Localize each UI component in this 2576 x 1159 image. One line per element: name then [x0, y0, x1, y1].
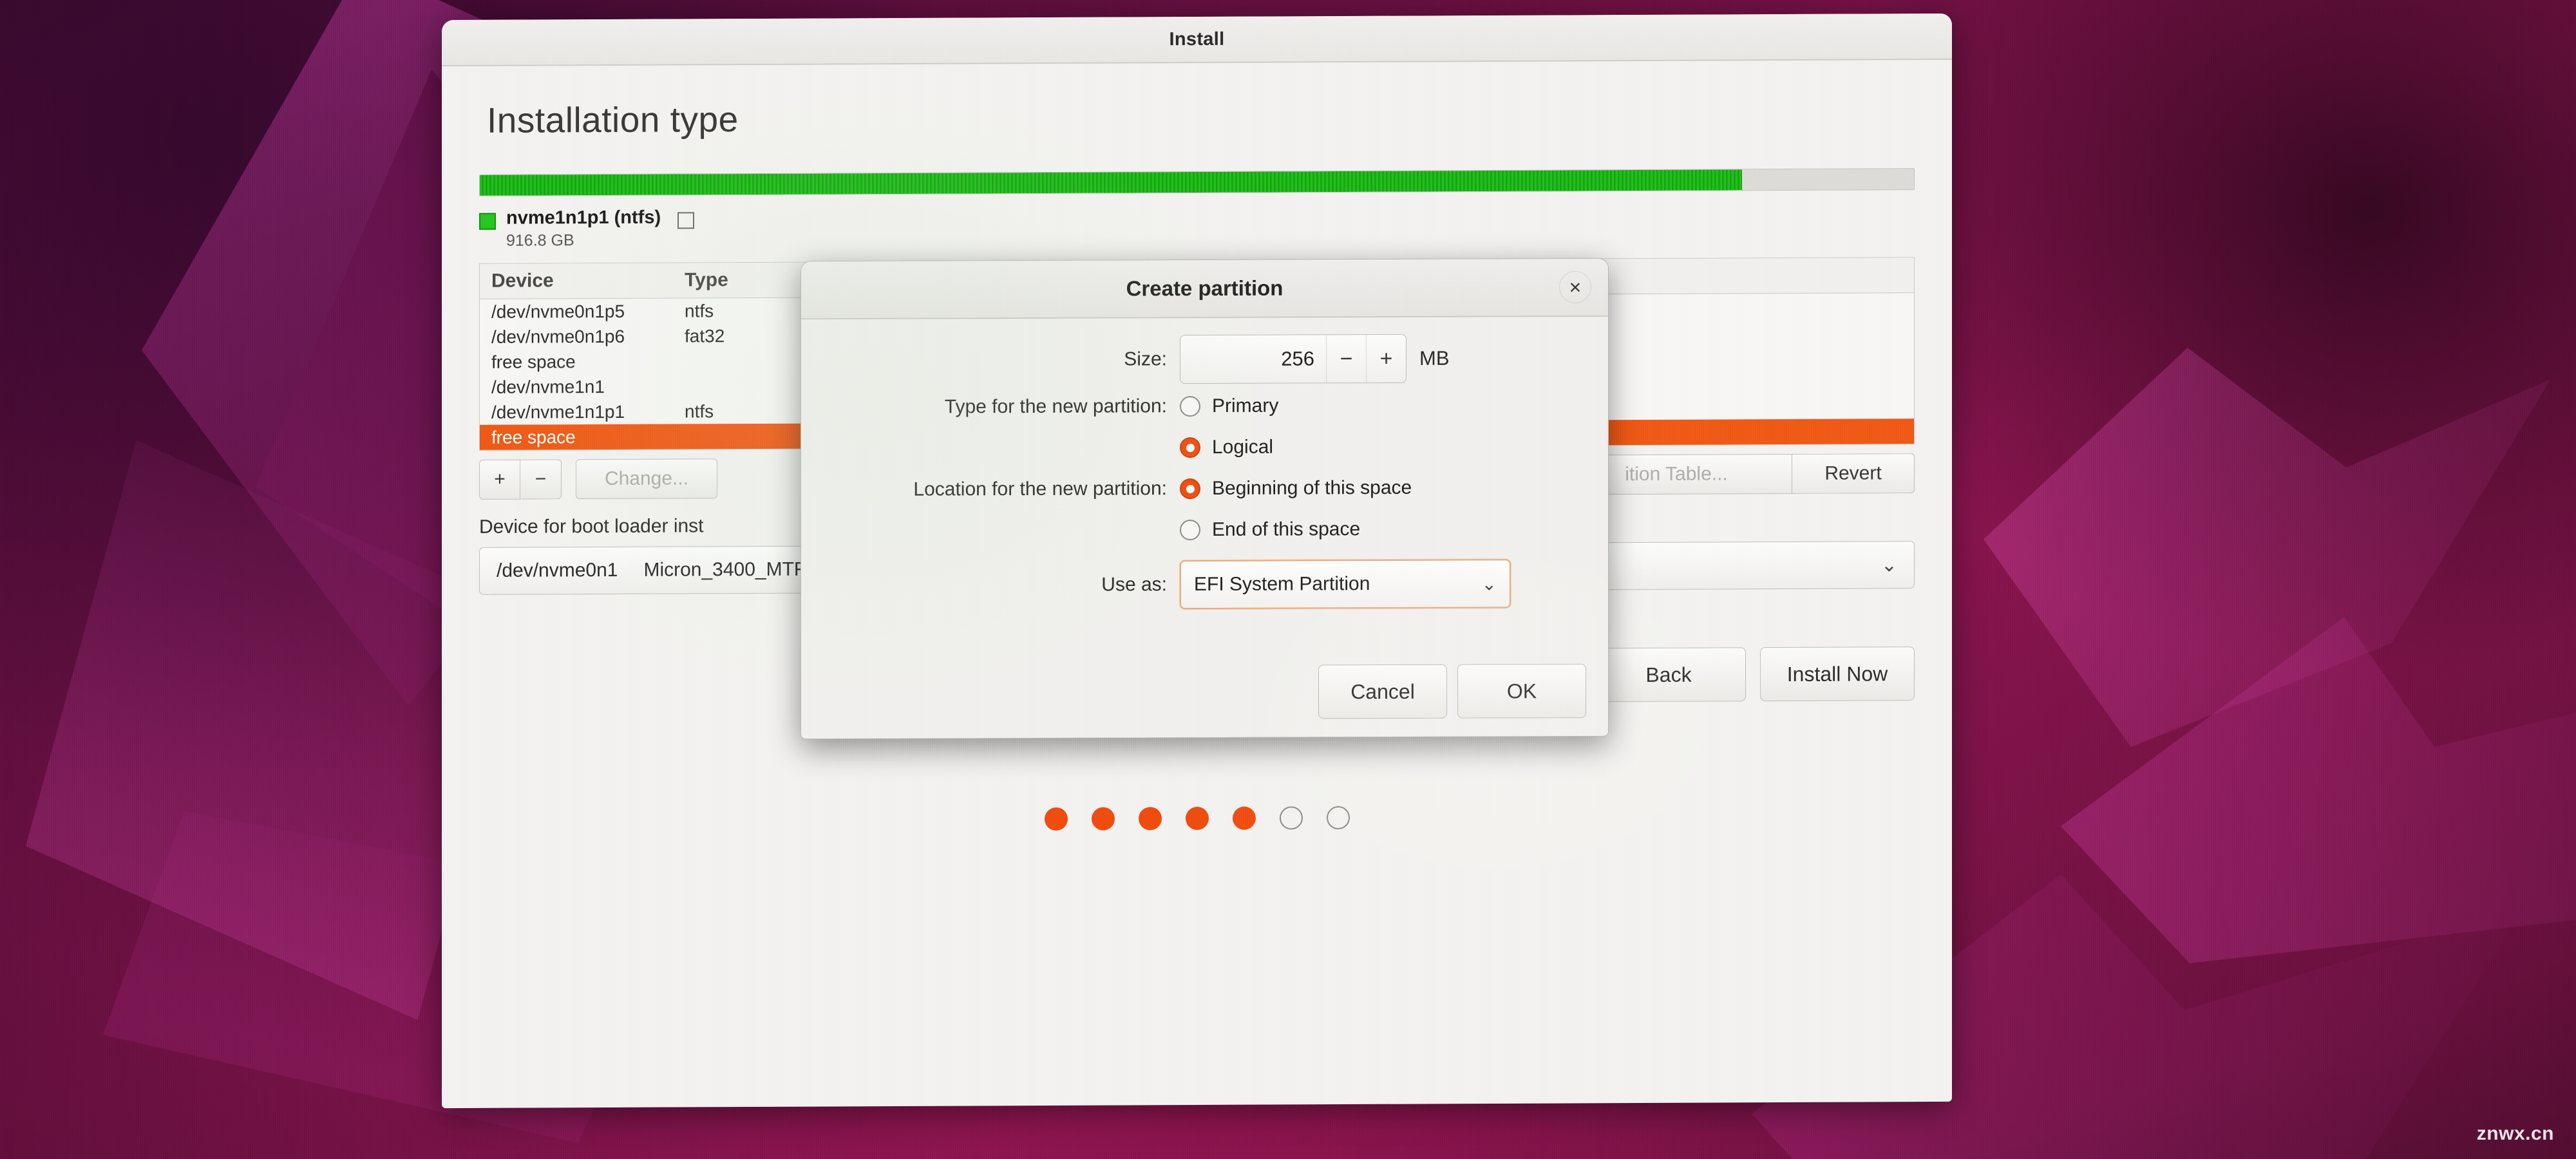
use-as-label: Use as:: [1101, 574, 1167, 596]
radio-end-of-space[interactable]: End of this space: [1180, 511, 1360, 549]
remove-partition-button[interactable]: −: [520, 459, 562, 500]
back-button[interactable]: Back: [1591, 647, 1746, 702]
progress-dot[interactable]: [1044, 807, 1068, 831]
progress-dots: [442, 804, 1952, 833]
radio-icon[interactable]: [1180, 396, 1200, 417]
legend-item: nvme1n1p1 (ntfs) 916.8 GB: [479, 207, 661, 250]
cancel-button[interactable]: Cancel: [1318, 664, 1447, 719]
legend-swatch-icon: [479, 212, 496, 230]
bootloader-device-path: /dev/nvme0n1: [497, 559, 618, 581]
cell-device: /dev/nvme0n1p6: [491, 326, 625, 347]
radio-logical[interactable]: Logical: [1180, 429, 1273, 467]
size-decrement-button[interactable]: −: [1326, 335, 1366, 383]
radio-icon[interactable]: [1180, 478, 1200, 500]
window-title: Install: [1169, 28, 1225, 50]
legend-item-size: 916.8 GB: [506, 231, 574, 250]
cell-type: ntfs: [685, 300, 714, 321]
cell-device: free space: [491, 351, 576, 372]
disk-usage-bar: [479, 168, 1915, 196]
chevron-down-icon: ⌄: [1880, 554, 1897, 576]
size-increment-button[interactable]: +: [1366, 334, 1406, 383]
progress-dot[interactable]: [1138, 807, 1162, 831]
legend-item-name: nvme1n1p1 (ntfs): [506, 207, 661, 229]
dialog-title: Create partition: [1126, 276, 1283, 301]
page-title: Installation type: [487, 99, 739, 140]
progress-dot[interactable]: [1091, 807, 1115, 831]
disk-usage-segment-used: [480, 169, 1742, 196]
add-partition-button[interactable]: +: [479, 459, 520, 500]
chevron-down-icon: ⌄: [1481, 573, 1497, 594]
ok-button[interactable]: OK: [1457, 663, 1586, 719]
cell-type: fat32: [685, 325, 725, 346]
legend-item: [677, 207, 705, 229]
use-as-row: Use as: EFI System Partition ⌄: [824, 559, 1585, 610]
watermark: znwx.cn: [2476, 1123, 2554, 1144]
radio-primary-label: Primary: [1212, 395, 1279, 417]
partition-location-label: Location for the new partition:: [913, 478, 1167, 500]
progress-dot[interactable]: [1232, 806, 1256, 830]
radio-icon[interactable]: [1180, 520, 1200, 541]
close-icon[interactable]: ×: [1559, 270, 1591, 304]
column-header-device[interactable]: Device: [480, 263, 673, 299]
radio-icon[interactable]: [1180, 437, 1200, 458]
window-titlebar: Install: [442, 13, 1952, 67]
partition-type-row: Type for the new partition: Primary: [824, 386, 1585, 426]
cell-device: /dev/nvme1n1p1: [491, 401, 625, 422]
dialog-titlebar: Create partition ×: [801, 258, 1608, 320]
cell-type: [673, 436, 815, 437]
cell-device: /dev/nvme0n1p5: [491, 301, 625, 322]
progress-dot[interactable]: [1185, 806, 1209, 831]
install-now-button[interactable]: Install Now: [1760, 646, 1915, 702]
partition-type-row-logical: Logical: [824, 428, 1585, 467]
partition-type-label: Type for the new partition:: [944, 395, 1167, 418]
radio-end-label: End of this space: [1212, 518, 1361, 540]
progress-dot[interactable]: [1326, 806, 1350, 830]
cell-device: /dev/nvme1n1: [491, 376, 605, 397]
progress-dot[interactable]: [1279, 806, 1303, 830]
column-header-type[interactable]: Type: [673, 263, 815, 298]
radio-beginning-label: Beginning of this space: [1212, 476, 1412, 499]
size-unit-label: MB: [1419, 346, 1450, 370]
size-stepper[interactable]: 256 − +: [1180, 334, 1406, 384]
spacer-label: [824, 530, 1180, 531]
size-label: Size:: [1124, 348, 1167, 370]
partition-location-row-end: End of this space: [824, 510, 1585, 550]
size-input[interactable]: 256: [1180, 347, 1326, 371]
spacer-label: [824, 448, 1180, 449]
disk-usage-segment-free: [1741, 169, 1914, 191]
cell-type: ntfs: [685, 400, 714, 421]
cell-device: free space: [491, 426, 576, 448]
use-as-value: EFI System Partition: [1194, 573, 1370, 596]
create-partition-dialog: Create partition × Size: 256 − + MB Type…: [800, 258, 1609, 740]
dialog-body: Size: 256 − + MB Type for the new partit…: [801, 317, 1608, 610]
use-as-select[interactable]: EFI System Partition ⌄: [1180, 559, 1511, 610]
revert-button[interactable]: Revert: [1792, 453, 1915, 494]
dialog-buttons: Cancel OK: [1318, 663, 1586, 719]
radio-logical-label: Logical: [1212, 436, 1274, 458]
radio-beginning-of-space[interactable]: Beginning of this space: [1180, 469, 1412, 507]
partition-location-row: Location for the new partition: Beginnin…: [824, 469, 1585, 509]
radio-primary[interactable]: Primary: [1180, 388, 1278, 426]
disk-legend: nvme1n1p1 (ntfs) 916.8 GB: [479, 202, 1952, 250]
size-field-row: Size: 256 − + MB: [824, 334, 1585, 385]
change-partition-button[interactable]: Change...: [576, 458, 717, 500]
legend-swatch-icon: [677, 212, 695, 229]
